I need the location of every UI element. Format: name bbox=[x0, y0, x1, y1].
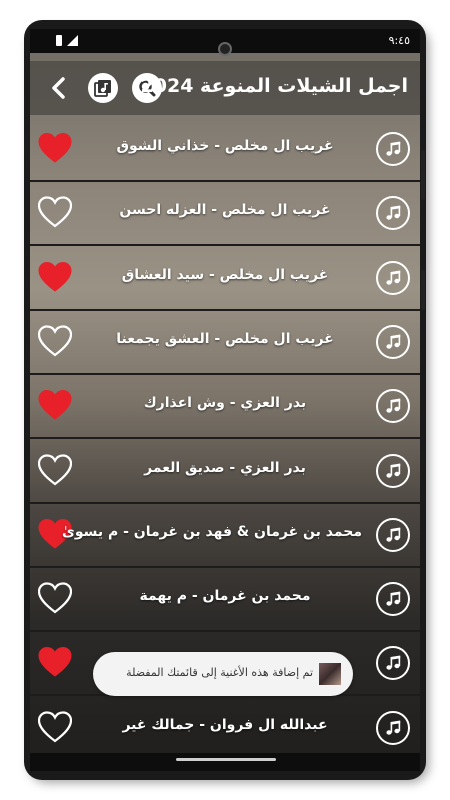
heart-filled-icon bbox=[38, 261, 72, 292]
music-note-icon bbox=[386, 334, 401, 349]
home-indicator[interactable] bbox=[176, 758, 276, 761]
song-row[interactable]: غريب ال مخلص - خذاني الشوق bbox=[30, 118, 420, 182]
song-title: غريب ال مخلص - خذاني الشوق bbox=[116, 138, 334, 154]
song-title: عبدالله ال فروان - جمالك غير bbox=[122, 716, 328, 733]
heart-filled-icon bbox=[38, 132, 72, 163]
music-note-button[interactable] bbox=[376, 260, 410, 295]
music-note-icon bbox=[386, 591, 401, 606]
song-row[interactable]: غريب ال مخلص - العزله احسن bbox=[30, 182, 420, 247]
heart-outline-icon bbox=[37, 582, 73, 614]
music-note-button[interactable] bbox=[376, 710, 410, 745]
favorite-heart-button[interactable] bbox=[37, 196, 73, 228]
playlist-icon bbox=[94, 80, 111, 97]
status-bar: ٩:٤٥ bbox=[30, 29, 420, 56]
favorite-heart-button[interactable] bbox=[37, 453, 73, 486]
toast-thumbnail bbox=[319, 663, 341, 685]
music-note-button[interactable] bbox=[376, 646, 410, 681]
status-time: ٩:٤٥ bbox=[388, 34, 410, 47]
music-note-icon bbox=[386, 270, 401, 285]
song-title: غريب ال مخلص - العزله احسن bbox=[119, 202, 331, 219]
favorite-heart-button[interactable] bbox=[38, 261, 72, 293]
power-button bbox=[421, 270, 425, 310]
front-camera bbox=[218, 42, 232, 56]
music-note-icon bbox=[386, 527, 401, 542]
favorite-heart-button[interactable] bbox=[37, 711, 73, 743]
song-title: بدر العزي - صديق العمر bbox=[144, 459, 306, 476]
heart-outline-icon bbox=[37, 325, 73, 357]
back-arrow-icon bbox=[52, 77, 65, 99]
heart-outline-icon bbox=[37, 196, 73, 228]
music-note-icon bbox=[386, 463, 401, 478]
song-title: غريب ال مخلص - العشق يجمعنا bbox=[116, 330, 334, 347]
app-bar: اجمل الشيلات المنوعة 2024 bbox=[30, 61, 420, 115]
heart-filled-icon bbox=[38, 390, 72, 420]
signal-icon bbox=[67, 35, 78, 46]
music-note-icon bbox=[386, 720, 401, 735]
favorite-heart-button[interactable] bbox=[38, 132, 72, 164]
favorite-toast: تم إضافة هذه الأغنية إلى قائمتك المفضلة bbox=[93, 652, 353, 696]
song-row[interactable]: محمد بن غرمان - م يهمة bbox=[30, 568, 420, 633]
music-note-button[interactable] bbox=[376, 517, 410, 552]
music-note-button[interactable] bbox=[376, 324, 410, 359]
page-title: اجمل الشيلات المنوعة 2024 bbox=[140, 75, 408, 97]
heart-outline-icon bbox=[37, 453, 73, 485]
playlist-button[interactable] bbox=[88, 73, 118, 103]
navigation-bar bbox=[30, 753, 420, 771]
song-title: غريب ال مخلص - سيد العشاق bbox=[121, 266, 329, 283]
back-button[interactable] bbox=[44, 73, 74, 103]
music-note-button[interactable] bbox=[376, 389, 410, 424]
favorite-heart-button[interactable] bbox=[38, 389, 72, 421]
music-note-icon bbox=[386, 398, 401, 413]
volume-button bbox=[421, 150, 425, 200]
music-note-icon bbox=[386, 655, 401, 671]
heart-filled-icon bbox=[38, 647, 72, 678]
favorite-heart-button[interactable] bbox=[37, 582, 73, 614]
music-note-icon bbox=[386, 141, 401, 156]
song-title: محمد بن غرمان & فهد بن غرمان - م يسوىٰ bbox=[62, 523, 362, 540]
music-note-button[interactable] bbox=[376, 582, 410, 617]
song-row[interactable]: عبدالله ال فروان - جمالك غير bbox=[30, 697, 420, 761]
favorite-heart-button[interactable] bbox=[37, 325, 73, 357]
music-note-icon bbox=[386, 205, 401, 220]
song-row[interactable]: غريب ال مخلص - العشق يجمعنا bbox=[30, 311, 420, 375]
music-note-button[interactable] bbox=[376, 132, 410, 166]
song-row[interactable]: محمد بن غرمان & فهد بن غرمان - م يسوىٰ bbox=[30, 504, 420, 568]
song-title: بدر العزي - وش اعذارك bbox=[143, 395, 307, 412]
song-title: محمد بن غرمان - م يهمة bbox=[139, 588, 311, 605]
favorite-heart-button[interactable] bbox=[38, 646, 72, 678]
song-row[interactable]: بدر العزي - صديق العمر bbox=[30, 440, 420, 504]
toast-message: تم إضافة هذه الأغنية إلى قائمتك المفضلة bbox=[126, 666, 313, 679]
music-note-button[interactable] bbox=[376, 196, 410, 231]
phone-frame: ٩:٤٥ اجمل الشيلات المنوعة 2024 غريب ال م… bbox=[24, 20, 426, 780]
music-note-button[interactable] bbox=[376, 453, 410, 488]
app-screen: ٩:٤٥ اجمل الشيلات المنوعة 2024 غريب ال م… bbox=[30, 29, 420, 771]
song-row[interactable]: غريب ال مخلص - سيد العشاق bbox=[30, 247, 420, 311]
song-row[interactable]: بدر العزي - وش اعذارك bbox=[30, 375, 420, 440]
battery-icon bbox=[56, 35, 62, 46]
heart-outline-icon bbox=[37, 711, 73, 743]
